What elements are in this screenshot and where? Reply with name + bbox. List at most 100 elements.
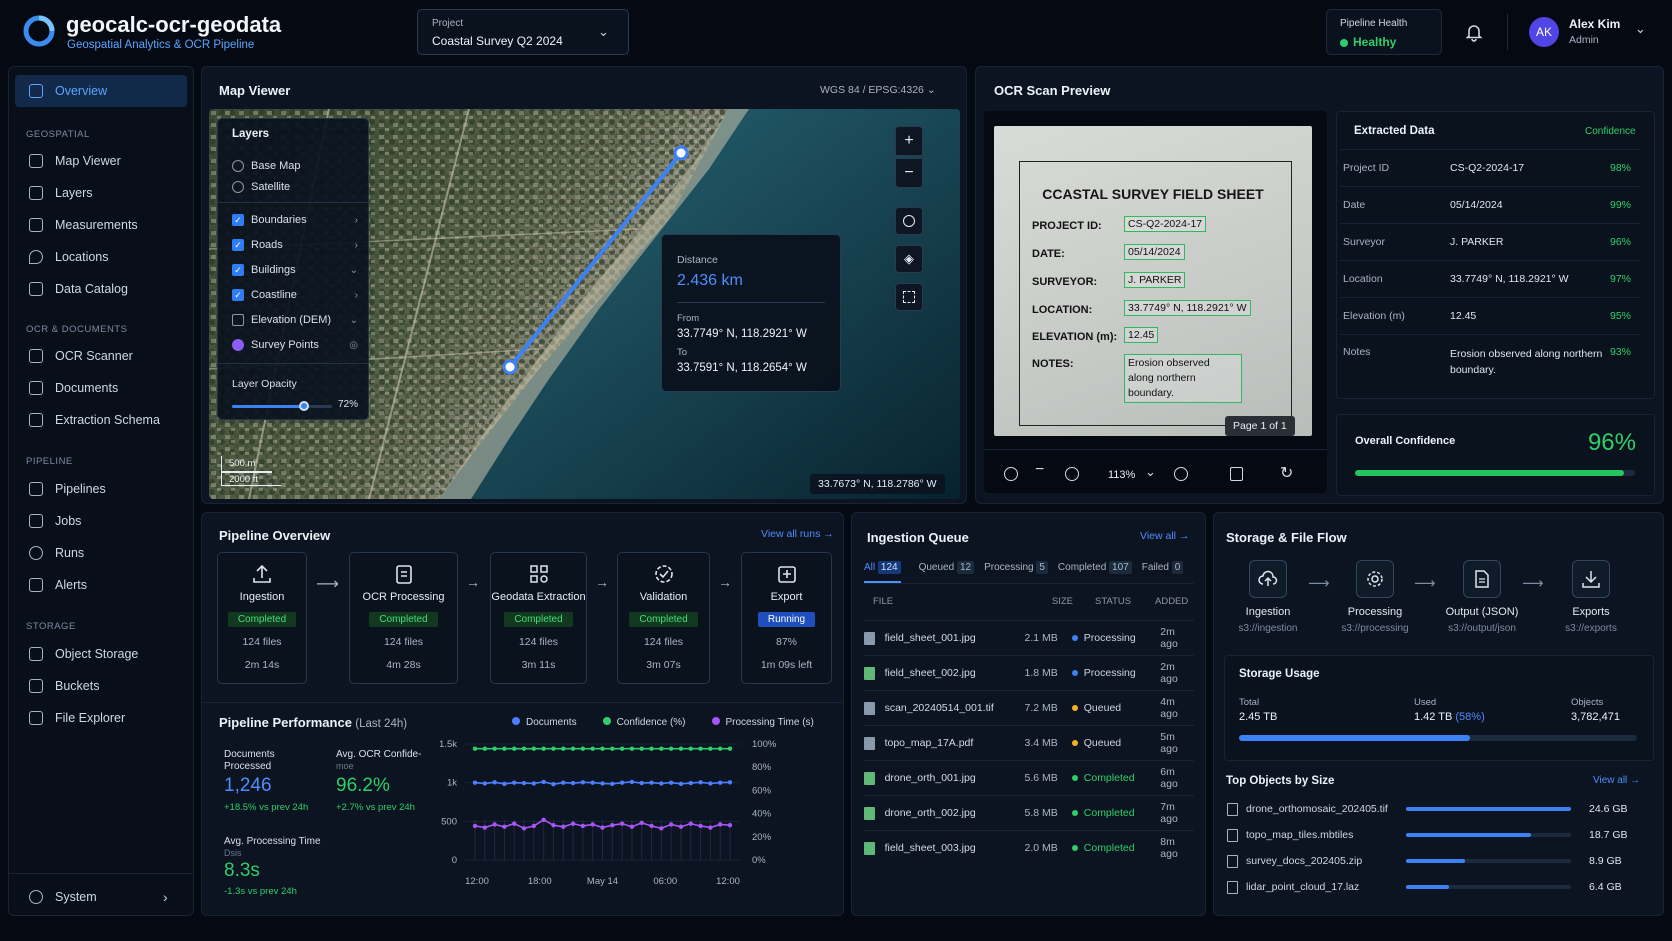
pipeline-health[interactable]: Pipeline Health Healthy [1326,9,1442,55]
tab-queued[interactable]: Queued 12 [911,561,975,583]
layer-options-icon[interactable]: ◎ [349,340,358,351]
ocr-box-location[interactable]: 33.7749° N, 118.2921° W [1124,300,1251,316]
stage-ingestion[interactable]: Ingestion Completed 124 files 2m 14s [217,552,307,684]
layer-coastline[interactable]: ✓ Coastline › [232,285,358,305]
sidebar-item-runs[interactable]: Runs [15,537,187,569]
stage-export[interactable]: Export Running 87% 1m 09s left [741,552,832,684]
layer-roads[interactable]: ✓ Roads › [232,235,358,255]
queue-view-all-link[interactable]: View all → [1140,530,1189,542]
sidebar-item-jobs[interactable]: Jobs [15,505,187,537]
map-viewer-title: Map Viewer [219,83,291,98]
table-row[interactable]: field_sheet_003.jpg 2.0 MB Completed 8m ago [864,830,1194,865]
ocr-box-notes[interactable]: Erosion observed along northern boundary… [1124,354,1242,403]
layer-boundaries[interactable]: ✓ Boundaries › [232,210,358,230]
sidebar-item-object-storage[interactable]: Object Storage [15,638,187,670]
stage-name: Geodata Extraction [491,591,586,603]
layer-options-icon[interactable]: › [355,290,358,301]
ocr-box-elevation[interactable]: 12.45 [1124,327,1159,343]
page-icon[interactable] [1230,467,1243,481]
data-point [570,746,576,751]
stage-validation[interactable]: Validation Completed 124 files 3m 07s [617,552,710,684]
sidebar-item-alerts[interactable]: Alerts [15,569,187,601]
avatar[interactable]: AK [1529,17,1559,47]
layers-toggle-button[interactable]: ◈ [895,245,923,273]
layer-opacity-slider[interactable] [232,401,332,411]
top-object-row[interactable]: topo_map_tiles.mbtiles 18.7 GB [1227,823,1647,847]
sidebar-item-extraction-schema[interactable]: Extraction Schema [15,404,187,436]
project-selector[interactable]: Project Coastal Survey Q2 2024 ⌄ [417,9,629,55]
layer-survey-points[interactable]: Survey Points ◎ [232,335,358,355]
chevron-right-icon: › [163,889,168,905]
ocr-document-view[interactable]: CCASTAL SURVEY FIELD SHEET PROJECT ID: C… [984,111,1327,493]
stage-geodata-extraction[interactable]: Geodata Extraction Completed 124 files 3… [490,552,587,684]
table-row[interactable]: drone_orth_001.jpg 5.6 MB Completed 6m ago [864,760,1194,795]
flow-exports[interactable]: Exports s3://exports [1543,560,1639,634]
zoom-out-icon[interactable]: − [1035,461,1044,479]
zoom-out-button[interactable]: − [895,158,923,188]
sidebar-item-pipelines[interactable]: Pipelines [15,473,187,505]
layer-options-icon[interactable]: ⌄ [350,265,358,276]
sidebar-item-overview[interactable]: Overview [15,75,187,107]
sidebar-item-measurements[interactable]: Measurements [15,209,187,241]
layer-options-icon[interactable]: ⌄ [350,315,358,326]
view-all-runs-link[interactable]: View all runs → [761,528,834,540]
table-row[interactable]: drone_orth_002.jpg 5.8 MB Completed 7m ago [864,795,1194,830]
crs-selector[interactable]: WGS 84 / EPSG:4326 ⌄ [820,84,936,96]
sidebar-item-data-catalog[interactable]: Data Catalog [15,273,187,305]
bell-icon[interactable] [1464,22,1484,42]
sidebar-item-system[interactable]: System › [15,881,187,913]
opacity-handle[interactable] [299,401,309,411]
top-objects-view-all[interactable]: View all → [1593,775,1640,786]
flow-processing[interactable]: Processing s3://processing [1327,560,1423,634]
tab-failed[interactable]: Failed 0 [1142,561,1184,583]
base-map-radio[interactable]: Base Map [232,156,358,176]
layers-title: Layers [232,128,270,140]
table-row[interactable]: field_sheet_001.jpg 2.1 MB Processing 2m ag… [864,620,1194,655]
file-icon [1227,828,1238,842]
table-row[interactable]: scan_20240514_001.tif 7.2 MB Queued 4m ago [864,690,1194,725]
stage-time: 4m 28s [386,659,421,671]
chevron-down-icon[interactable]: ⌄ [1145,464,1156,480]
layer-elevation[interactable]: Elevation (DEM) ⌄ [232,310,358,330]
zoom-in-icon[interactable] [1065,467,1079,481]
sidebar-item-buckets[interactable]: Buckets [15,670,187,702]
tab-processing[interactable]: Processing 5 [984,561,1048,583]
tab-completed[interactable]: Completed 107 [1058,561,1132,583]
top-object-row[interactable]: survey_docs_202405.zip 8.9 GB [1227,849,1647,873]
sidebar-item-label: Layers [55,186,93,200]
fit-zoom-icon[interactable] [1004,467,1018,481]
zoom-level[interactable]: 113% [1108,469,1135,481]
refresh-icon[interactable]: ↻ [1280,463,1293,483]
stage-ocr-processing[interactable]: OCR Processing Completed 124 files 4m 28… [349,552,458,684]
satellite-radio[interactable]: Satellite [232,177,358,197]
layer-options-icon[interactable]: › [355,240,358,251]
top-object-row[interactable]: lidar_point_cloud_17.laz 6.4 GB [1227,875,1647,899]
flow-output-json[interactable]: Output (JSON) s3://output/json [1434,560,1530,634]
table-row[interactable]: topo_map_17A.pdf 3.4 MB Queued 5m ago [864,725,1194,760]
layer-options-icon[interactable]: › [355,215,358,226]
user-menu-chevron-icon[interactable]: ⌄ [1635,21,1646,37]
table-row[interactable]: field_sheet_002.jpg 1.8 MB Processing 2m ag… [864,655,1194,690]
sidebar-item-layers[interactable]: Layers [15,177,187,209]
flow-ingestion[interactable]: Ingestion s3://ingestion [1220,560,1316,634]
sidebar-item-file-explorer[interactable]: File Explorer [15,702,187,734]
rotate-icon[interactable] [1174,467,1188,481]
sidebar-item-locations[interactable]: Locations [15,241,187,273]
distance-value: 2.436 km [677,272,743,289]
fullscreen-button[interactable] [895,283,923,311]
file-icon [1227,802,1238,816]
layer-buildings[interactable]: ✓ Buildings ⌄ [232,260,358,280]
ocr-box-surveyor[interactable]: J. PARKER [1124,272,1186,288]
file-icon [864,666,875,680]
data-point [688,821,693,826]
ocr-box-project-id[interactable]: CS-Q2-2024-17 [1124,216,1207,232]
sidebar-item-ocr-scanner[interactable]: OCR Scanner [15,340,187,372]
sidebar-item-documents[interactable]: Documents [15,372,187,404]
top-object-row[interactable]: drone_orthomosaic_202405.tif 24.6 GB [1227,797,1647,821]
ocr-box-date[interactable]: 05/14/2024 [1124,244,1185,260]
zoom-in-button[interactable]: + [895,126,923,156]
locate-button[interactable] [895,207,923,235]
tab-all[interactable]: All 124 [864,561,901,583]
sidebar-item-map-viewer[interactable]: Map Viewer [15,145,187,177]
extracted-row: Project ID CS-Q2-2024-17 98% [1340,149,1640,186]
